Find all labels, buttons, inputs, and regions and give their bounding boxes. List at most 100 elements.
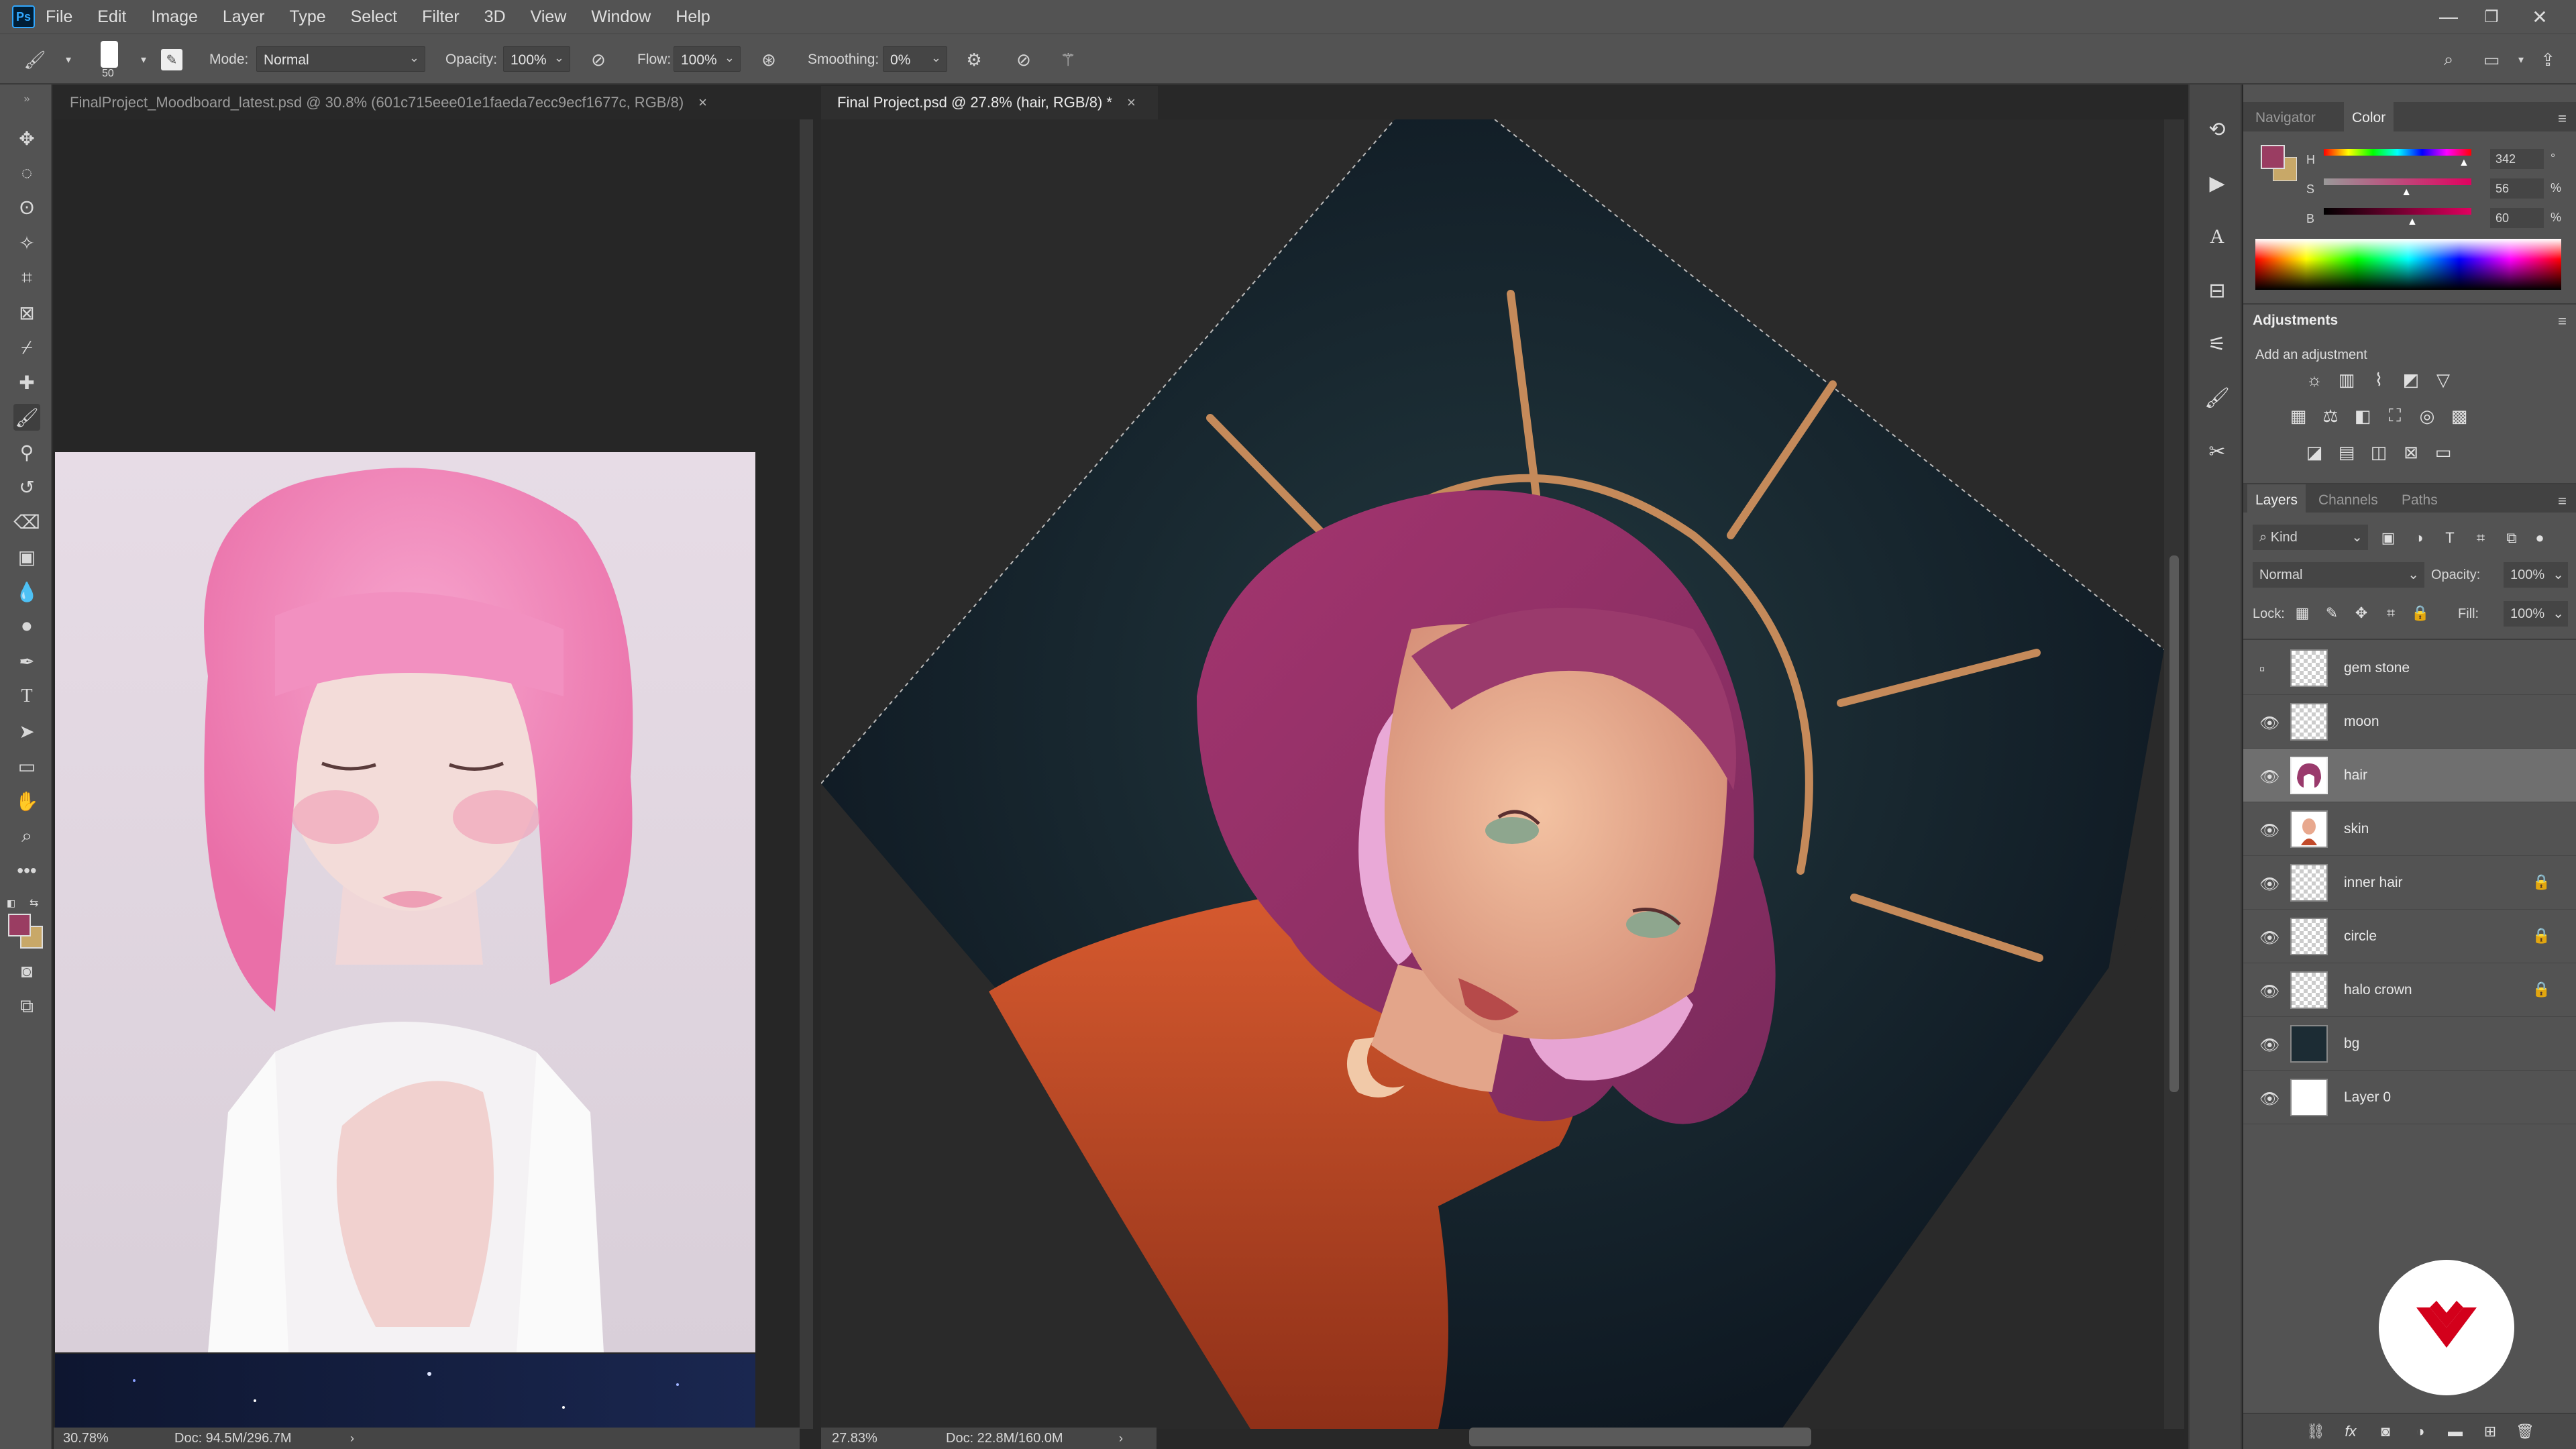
eye-icon[interactable]: 👁 xyxy=(2259,821,2279,841)
tab-moodboard[interactable]: FinalProject_Moodboard_latest.psd @ 30.8… xyxy=(54,86,800,119)
layer-name[interactable]: hair xyxy=(2344,767,2367,784)
menu-3d[interactable]: 3D xyxy=(484,7,506,27)
dodge-tool-icon[interactable]: ⚫ xyxy=(13,613,40,640)
frame-tool-icon[interactable]: ⊠ xyxy=(13,299,40,326)
brush-tool-preset-icon[interactable]: 🖌 xyxy=(23,48,47,72)
menu-help[interactable]: Help xyxy=(676,7,710,27)
doc2-horizontal-scrollbar[interactable] xyxy=(1469,1428,1811,1446)
move-tool-icon[interactable]: ✥ xyxy=(13,125,40,152)
menu-filter[interactable]: Filter xyxy=(422,7,460,27)
layer-name[interactable]: bg xyxy=(2344,1036,2359,1052)
channel-mixer-icon[interactable]: ◎ xyxy=(2416,405,2438,427)
new-adjustment-layer-icon[interactable]: ◑ xyxy=(2410,1421,2431,1442)
panel-menu-icon[interactable]: ≡ xyxy=(2558,492,2567,510)
layer-filter-select[interactable]: ⌕ Kind ⌄ xyxy=(2253,525,2368,550)
layer-row-gem-stone[interactable]: ▫ gem stone xyxy=(2243,641,2576,695)
brush-tool-icon[interactable]: 🖌 xyxy=(13,404,40,431)
history-brush-tool-icon[interactable]: ↺ xyxy=(13,474,40,500)
photo-filter-icon[interactable]: ⛶ xyxy=(2384,405,2406,427)
brightness-input[interactable]: 60 xyxy=(2490,208,2544,228)
tab-color[interactable]: Color xyxy=(2344,102,2394,134)
brightness-contrast-icon[interactable]: ☼ xyxy=(2304,369,2325,390)
filter-adjustment-icon[interactable]: ◑ xyxy=(2408,527,2430,549)
pressure-size-icon[interactable]: ⊘ xyxy=(1012,48,1036,72)
filter-toggle-icon[interactable]: ● xyxy=(2529,527,2551,549)
eye-icon[interactable]: 👁 xyxy=(2259,714,2279,733)
swap-colors-icon[interactable]: ⇆ xyxy=(30,896,38,910)
eye-icon[interactable]: 👁 xyxy=(2259,982,2279,1002)
fill-input[interactable]: 100% ⌄ xyxy=(2504,601,2568,627)
gradient-map-icon[interactable]: ▭ xyxy=(2432,441,2454,463)
gradient-tool-icon[interactable]: ▣ xyxy=(13,543,40,570)
layer-row-layer-0[interactable]: 👁 Layer 0 xyxy=(2243,1071,2576,1124)
symmetry-icon[interactable]: ⚚ xyxy=(1056,48,1080,72)
lock-transparent-icon[interactable]: ▦ xyxy=(2292,602,2313,624)
layer-name[interactable]: circle xyxy=(2344,928,2377,945)
saturation-slider[interactable] xyxy=(2324,178,2471,185)
close-icon[interactable]: × xyxy=(698,94,707,111)
eye-icon[interactable]: 👁 xyxy=(2259,1036,2279,1055)
pressure-opacity-icon[interactable]: ⊘ xyxy=(586,48,610,72)
healing-brush-tool-icon[interactable]: ✚ xyxy=(13,369,40,396)
hue-input[interactable]: 342 xyxy=(2490,149,2544,169)
chevron-down-icon[interactable]: ▾ xyxy=(131,48,156,72)
layer-row-inner-hair[interactable]: 👁 inner hair 🔒 xyxy=(2243,856,2576,910)
moodboard-canvas[interactable] xyxy=(54,119,800,1429)
brush-size-preview[interactable] xyxy=(101,41,118,68)
layer-name[interactable]: Layer 0 xyxy=(2344,1089,2391,1106)
opacity-input[interactable]: 100% ⌄ xyxy=(503,46,570,72)
menu-select[interactable]: Select xyxy=(351,7,397,27)
eye-icon[interactable]: 👁 xyxy=(2259,1089,2279,1109)
tab-final-project[interactable]: Final Project.psd @ 27.8% (hair, RGB/8) … xyxy=(821,86,1158,119)
eye-icon[interactable]: 👁 xyxy=(2259,767,2279,787)
layer-row-bg[interactable]: 👁 bg xyxy=(2243,1017,2576,1071)
saturation-input[interactable]: 56 xyxy=(2490,178,2544,199)
brightness-slider-thumb[interactable]: ▲ xyxy=(2407,216,2418,228)
filter-shape-icon[interactable]: ⌗ xyxy=(2470,527,2491,549)
add-mask-icon[interactable]: ◙ xyxy=(2375,1421,2396,1442)
layer-opacity-input[interactable]: 100% ⌄ xyxy=(2504,562,2568,588)
new-group-icon[interactable]: ▬ xyxy=(2445,1421,2466,1442)
layer-name[interactable]: skin xyxy=(2344,821,2369,837)
character-panel-icon[interactable]: A xyxy=(2202,221,2233,252)
eyedropper-tool-icon[interactable]: ⌿ xyxy=(13,334,40,361)
exposure-icon[interactable]: ◩ xyxy=(2400,369,2422,390)
curves-icon[interactable]: ⌇ xyxy=(2368,369,2390,390)
black-white-icon[interactable]: ◧ xyxy=(2352,405,2373,427)
tab-navigator[interactable]: Navigator xyxy=(2255,110,2316,126)
mode-select[interactable]: Normal ⌄ xyxy=(256,46,425,72)
eye-icon[interactable]: 👁 xyxy=(2259,928,2279,948)
workspace-icon[interactable]: ▭ xyxy=(2479,48,2504,72)
color-spectrum[interactable] xyxy=(2255,239,2561,290)
doc2-vertical-scrollbar[interactable] xyxy=(2164,119,2184,1429)
marquee-tool-icon[interactable]: ◌ xyxy=(13,160,40,186)
vibrance-icon[interactable]: ▽ xyxy=(2432,369,2454,390)
chevron-right-icon[interactable]: › xyxy=(1119,1432,1123,1446)
final-project-canvas[interactable] xyxy=(821,119,2164,1429)
tab-paths[interactable]: Paths xyxy=(2402,492,2438,508)
collapse-icon[interactable]: » xyxy=(13,86,40,113)
adjustments-panel-icon[interactable]: ⚟ xyxy=(2202,329,2233,360)
panel-menu-icon[interactable]: ≡ xyxy=(2558,313,2567,330)
close-icon[interactable]: × xyxy=(1127,94,1136,111)
trash-icon[interactable]: 🗑 xyxy=(2514,1421,2536,1442)
brush-settings-panel-icon[interactable]: 🖌 xyxy=(2202,382,2233,413)
restore-button[interactable]: ❐ xyxy=(2471,0,2512,34)
layer-row-halo-crown[interactable]: 👁 halo crown 🔒 xyxy=(2243,963,2576,1017)
panel-menu-icon[interactable]: ≡ xyxy=(2558,110,2567,127)
rectangle-tool-icon[interactable]: ▭ xyxy=(13,753,40,780)
layer-row-hair[interactable]: 👁 hair xyxy=(2243,749,2576,802)
filter-pixel-icon[interactable]: ▣ xyxy=(2377,527,2399,549)
default-colors-icon[interactable]: ◧ xyxy=(7,898,15,909)
hue-slider[interactable] xyxy=(2324,149,2471,156)
new-layer-icon[interactable]: ⊞ xyxy=(2479,1421,2501,1442)
layer-name[interactable]: halo crown xyxy=(2344,982,2412,998)
selective-color-icon[interactable]: ⊠ xyxy=(2400,441,2422,463)
chevron-right-icon[interactable]: › xyxy=(350,1432,354,1446)
invert-icon[interactable]: ◪ xyxy=(2304,441,2325,463)
lock-all-icon[interactable]: 🔒 xyxy=(2410,602,2431,624)
layer-row-skin[interactable]: 👁 skin xyxy=(2243,802,2576,856)
menu-view[interactable]: View xyxy=(531,7,567,27)
search-icon[interactable]: ⌕ xyxy=(2436,48,2461,72)
quick-mask-icon[interactable]: ◙ xyxy=(13,958,40,985)
